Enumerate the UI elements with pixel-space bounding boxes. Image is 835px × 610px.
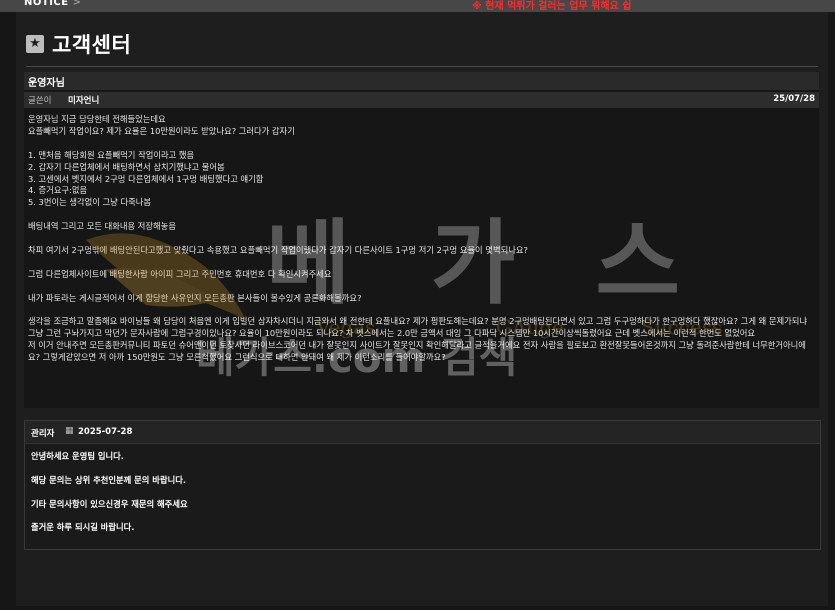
post-body-line: 차피 여기서 2구멍밖에 배팅안된다고했고 맞췄다고 속용했고 요플빼먹기 작업…: [28, 244, 528, 255]
author-label: 글쓴이: [28, 96, 52, 106]
post-body-line: [28, 281, 814, 293]
notice-ticker[interactable]: ※ 현재 먹튀가 걸러는 업무 뭐해요 쉽: [472, 0, 631, 12]
notice-arrow-icon: >: [72, 0, 82, 8]
post-view: 운영자님 글쓴이 미자언니 25/07/28 운영자님 지금 담당한테 전해들었…: [24, 72, 819, 408]
post-meta: 글쓴이 미자언니 25/07/28: [24, 92, 819, 108]
reply-body: 안녕하세요 운영팀 입니다. 해당 문의는 상위 추천인분께 문의 바랍니다. 기타…: [31, 451, 188, 534]
page-title-row: ★ 고객센터: [26, 30, 131, 58]
post-body-line: 요플빼먹기 작업이요? 제가 요율은 10만원이라도 받았나요? 그러다가 갑자…: [28, 125, 295, 136]
post-body-line: 2. 갑자기 다른업체에서 배팅하면서 삼치기했냐고 물어봄: [28, 161, 225, 172]
reply-author: 관리자: [31, 429, 55, 439]
post-header: 운영자님: [24, 72, 819, 90]
title-divider: [26, 66, 818, 67]
post-body-line: [28, 304, 814, 316]
main-content: ★ 고객센터 운영자님 글쓴이 미자언니 25/07/28 운영자님 지금 담당…: [16, 12, 828, 606]
post-body-line: 4. 증거요구:없음: [28, 185, 88, 196]
reply-header: 관리자 ▦ 2025-07-28: [25, 421, 820, 444]
post-body: 운영자님 지금 담당한테 전해들었는데요 요플빼먹기 작업이요? 제가 요율은 1…: [28, 114, 814, 364]
admin-reply: 관리자 ▦ 2025-07-28 안녕하세요 운영팀 입니다. 해당 문의는 상위…: [24, 420, 821, 550]
star-icon: ★: [26, 35, 44, 53]
post-body-line: 3. 고센에서 벳지에서 2구멍 다른업체에서 1구멍 배팅했다고 얘기함: [28, 173, 264, 184]
calendar-icon: ▦: [65, 426, 74, 436]
reply-body-line: [31, 511, 188, 523]
post-body-line: 1. 맨처음 해당회원 요플빼먹기 작업이라고 했음: [28, 149, 195, 160]
post-body-line: 그럼 다른업체사이트에 배팅한사람 아이피 그리고 주민번호 휴대번호 다 확인…: [28, 268, 332, 279]
post-body-line: [28, 209, 814, 221]
post-body-line: [28, 233, 814, 245]
post-body-line: [28, 257, 814, 269]
reply-body-line: 해당 문의는 상위 추천인분께 문의 바랍니다.: [31, 474, 186, 485]
post-body-line: 내가 파토라는 게시글적어서 이게 합당한 사유인지 모든총판 본사들이 볼수있…: [28, 292, 362, 303]
notice-label[interactable]: NOTICE >: [24, 0, 81, 8]
post-body-line: 생각을 조금하고 말좀해요 바이닝들 왜 담당이 처음엔 이게 입빌던 삼자차시…: [28, 316, 808, 339]
reply-body-line: [31, 487, 188, 499]
top-notice-bar: NOTICE > ※ 현재 먹튀가 걸러는 업무 뭐해요 쉽: [0, 0, 835, 12]
post-body-line: 저 이거 안내주면 모든총판커뮤니티 파토던 슈어맨이던 토찾사던 라이브스코어…: [28, 340, 806, 363]
reply-body-line: [31, 463, 188, 475]
reply-body-line: 즐거운 하루 되시길 바랍니다.: [31, 522, 135, 533]
reply-body-line: 기타 문의사항이 있으신경우 재문의 해주세요: [31, 498, 188, 509]
post-date: 25/07/28: [773, 94, 815, 104]
post-body-line: 배팅내역 그리고 모든 대화내용 저장해놓음: [28, 221, 176, 232]
page-title: 고객센터: [52, 33, 132, 57]
post-body-line: 5. 3번이는 생각없이 그냥 다죽나봄: [28, 197, 151, 208]
reply-date: 2025-07-28: [78, 427, 133, 437]
reply-body-line: 안녕하세요 운영팀 입니다.: [31, 451, 124, 461]
post-body-line: [28, 138, 814, 150]
post-title: 운영자님: [28, 78, 65, 89]
post-body-line: 운영자님 지금 담당한테 전해들었는데요: [28, 114, 166, 124]
post-author[interactable]: 미자언니: [68, 94, 99, 106]
